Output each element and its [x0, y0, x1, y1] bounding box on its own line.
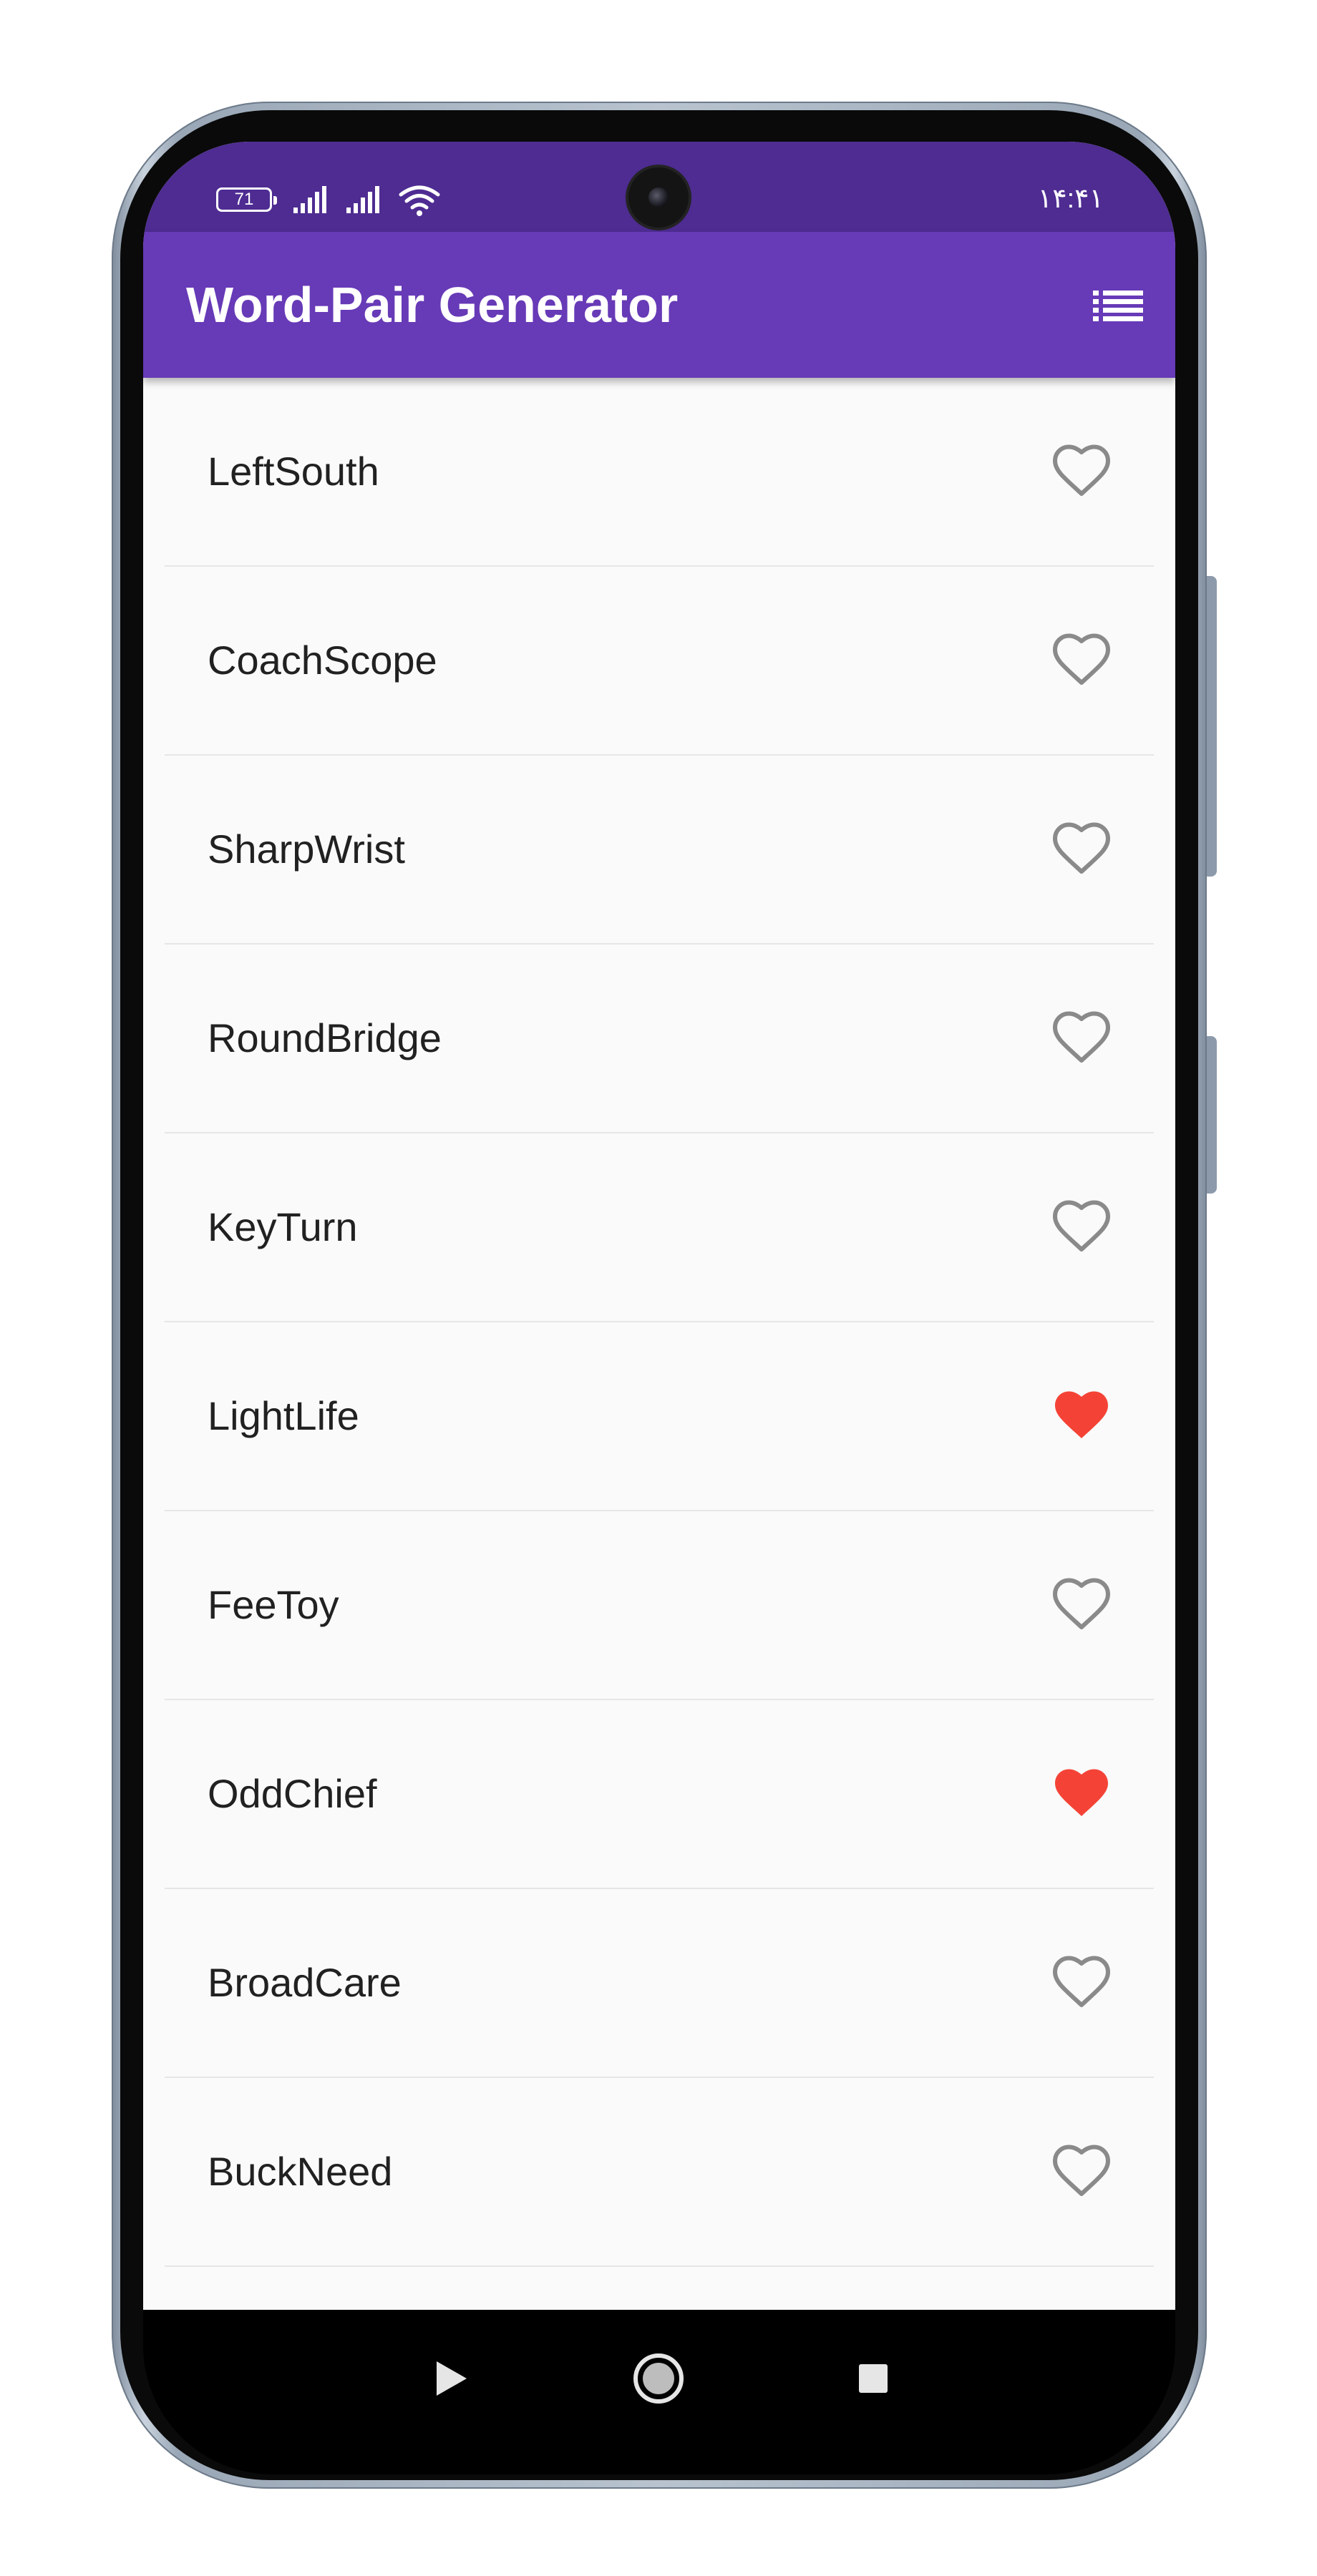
favorite-button[interactable] — [1052, 1953, 1111, 2008]
list-icon — [1093, 291, 1143, 321]
front-camera — [628, 167, 689, 228]
signal-icon — [346, 186, 379, 213]
word-pair-label: OddChief — [208, 1771, 377, 1816]
screen: 71 ۱۴:۴۱ Word-Pair Generator LeftSouth C… — [143, 142, 1175, 2314]
heart-filled-icon — [1055, 1391, 1108, 1438]
word-pair-label: LeftSouth — [208, 449, 379, 494]
word-pair-label: SharpWrist — [208, 826, 405, 872]
back-triangle-icon — [437, 2361, 467, 2396]
home-circle-icon — [633, 2353, 684, 2404]
page-title: Word-Pair Generator — [186, 277, 679, 333]
favorite-button[interactable] — [1052, 1765, 1111, 1819]
word-pair-label: FeeToy — [208, 1582, 339, 1627]
favorite-button[interactable] — [1052, 1576, 1111, 1630]
list-item[interactable]: LightLife — [165, 1322, 1154, 1511]
volume-button — [1207, 576, 1217, 877]
recents-button[interactable] — [845, 2350, 902, 2407]
app-bar: Word-Pair Generator — [143, 232, 1175, 378]
heart-outline-icon — [1053, 1200, 1110, 1252]
word-pair-label: BuckNeed — [208, 2149, 393, 2194]
battery-level: 71 — [234, 190, 254, 209]
list-item[interactable]: OddChief — [165, 1700, 1154, 1889]
favorite-button[interactable] — [1052, 1198, 1111, 1252]
heart-outline-icon — [1053, 444, 1110, 496]
heart-outline-icon — [1053, 1956, 1110, 2007]
battery-icon: 71 — [216, 187, 277, 212]
list-item[interactable]: BuckNeed — [165, 2078, 1154, 2267]
saved-list-button[interactable] — [1089, 280, 1147, 331]
status-bar: 71 ۱۴:۴۱ — [143, 142, 1175, 232]
home-button[interactable] — [630, 2350, 687, 2407]
heart-outline-icon — [1053, 822, 1110, 874]
word-pair-label: BroadCare — [208, 1960, 402, 2005]
list-item[interactable]: CoachScope — [165, 567, 1154, 756]
word-pair-label: KeyTurn — [208, 1204, 358, 1249]
heart-outline-icon — [1053, 2145, 1110, 2196]
navigation-bar — [143, 2310, 1175, 2474]
heart-filled-icon — [1055, 1769, 1108, 1816]
favorite-button[interactable] — [1052, 820, 1111, 874]
favorite-button[interactable] — [1052, 1009, 1111, 1063]
favorite-button[interactable] — [1052, 2142, 1111, 2197]
status-time: ۱۴:۴۱ — [1037, 184, 1104, 214]
recents-square-icon — [859, 2364, 888, 2393]
list-item[interactable]: BroadCare — [165, 1889, 1154, 2078]
favorite-button[interactable] — [1052, 631, 1111, 686]
list-item[interactable]: RoundBridge — [165, 945, 1154, 1133]
heart-outline-icon — [1053, 633, 1110, 685]
wifi-icon — [399, 185, 440, 216]
word-pair-label: RoundBridge — [208, 1015, 442, 1060]
word-pair-label: CoachScope — [208, 638, 437, 683]
favorite-button[interactable] — [1052, 1387, 1111, 1441]
signal-icon — [293, 186, 326, 213]
favorite-button[interactable] — [1052, 442, 1111, 497]
word-pair-label: LightLife — [208, 1393, 359, 1438]
heart-outline-icon — [1053, 1011, 1110, 1063]
back-button[interactable] — [422, 2350, 480, 2407]
list-item[interactable]: LeftSouth — [165, 378, 1154, 567]
list-item[interactable]: SharpWrist — [165, 756, 1154, 945]
list-item[interactable]: KeyTurn — [165, 1133, 1154, 1322]
power-button — [1207, 1036, 1217, 1194]
word-pair-list: LeftSouth CoachScope SharpWrist RoundBridge… — [165, 378, 1154, 2314]
heart-outline-icon — [1053, 1578, 1110, 1629]
list-item[interactable]: FeeToy — [165, 1511, 1154, 1700]
